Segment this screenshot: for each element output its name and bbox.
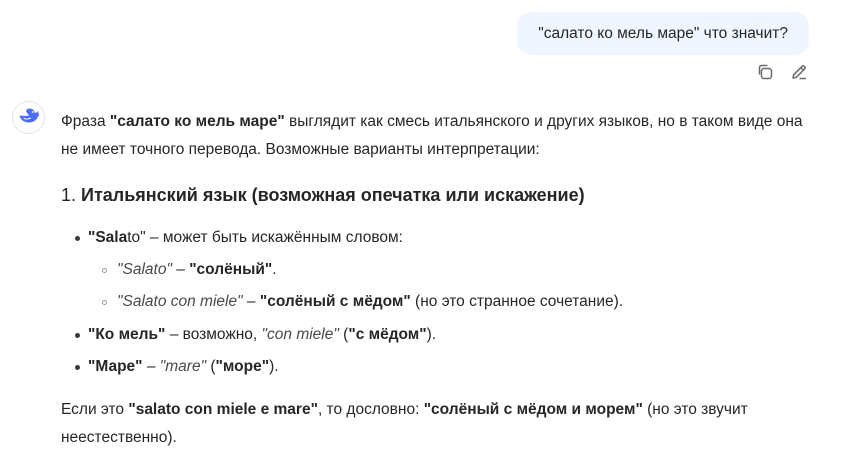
item-bold: "море" (215, 358, 270, 375)
sub-item-text: . (272, 261, 277, 278)
item-italic: "con miele" (261, 326, 339, 343)
conclusion-phrase: "salato con miele e mare" (128, 401, 318, 418)
copy-icon (756, 63, 774, 86)
item-text: ( (206, 358, 216, 375)
assistant-avatar (12, 101, 45, 134)
list-item: "Маре" – "mare" ("море"). (61, 356, 279, 378)
sub-list-item: "Salato" – "солёный". (61, 259, 277, 281)
sub-bullet-circle (102, 268, 107, 273)
bullet-dot (75, 365, 80, 370)
bullet-dot (75, 236, 80, 241)
list-item: "Ко мель" – возможно, "con miele" ("с мё… (61, 324, 436, 346)
bullet-dot (75, 333, 80, 338)
item-bold: "Ко мель" (88, 326, 166, 343)
item-text: – может быть искажённым словом: (145, 229, 403, 246)
item-text: – возможно, (165, 326, 262, 343)
message-actions (755, 64, 809, 84)
sub-item-italic: "Salato" (117, 261, 172, 278)
conclusion-paragraph: Если это "salato con miele e mare", то д… (61, 396, 821, 452)
item-text: ). (426, 326, 437, 343)
edit-icon (790, 63, 808, 86)
sub-item-sep: – (242, 293, 260, 310)
conclusion-translation: "солёный с мёдом и морем" (423, 401, 643, 418)
item-bold: "Sala (88, 229, 128, 246)
sub-item-bold: "солёный" (189, 261, 273, 278)
whale-logo-icon (18, 106, 40, 129)
copy-button[interactable] (755, 64, 775, 84)
sub-list-item: "Salato con miele" – "солёный с мёдом" (… (61, 291, 623, 313)
sub-item-text: (но это странное сочетание). (410, 293, 624, 310)
sub-item-bold: "солёный с мёдом" (259, 293, 411, 310)
item-text: ). (269, 358, 279, 375)
conclusion-text: , то дословно: (317, 401, 424, 418)
item-italic: "mare" (159, 358, 207, 375)
user-message-bubble: "салато ко мель маре" что значит? (517, 12, 809, 55)
list-item: "Salato" – может быть искажённым словом: (61, 227, 403, 249)
section-heading: 1. Итальянский язык (возможная опечатка … (61, 182, 585, 208)
conclusion-text: Если это (61, 401, 129, 418)
intro-phrase: "салато ко мель маре" (109, 113, 285, 130)
sub-item-sep: – (171, 261, 190, 278)
user-message-text: "салато ко мель маре" что значит? (538, 25, 788, 42)
section-number: 1. (61, 185, 77, 205)
edit-button[interactable] (789, 64, 809, 84)
item-plain: to" (127, 229, 146, 246)
item-text: – (142, 358, 160, 375)
sub-item-italic: "Salato con miele" (117, 293, 243, 310)
section-title: Итальянский язык (возможная опечатка или… (81, 185, 585, 205)
item-bold: "Маре" (88, 358, 143, 375)
item-text: ( (338, 326, 349, 343)
sub-bullet-circle (102, 300, 107, 305)
intro-paragraph: Фраза "салато ко мель маре" выглядит как… (61, 108, 821, 164)
item-bold: "с мёдом" (348, 326, 427, 343)
intro-text-start: Фраза (61, 113, 110, 130)
